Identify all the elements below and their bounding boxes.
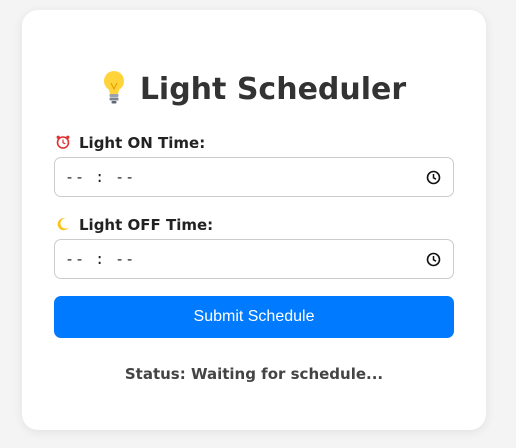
status-text: Status: Waiting for schedule... <box>124 365 384 383</box>
clock-icon[interactable] <box>426 252 441 267</box>
on-time-label-text: Light ON Time: <box>79 134 206 152</box>
submit-schedule-button[interactable]: Submit Schedule <box>54 296 454 338</box>
alarm-clock-icon <box>56 135 70 149</box>
page-title: Light Scheduler <box>22 68 486 112</box>
scheduler-card: Light Scheduler Light ON Time: -- : -- L… <box>22 10 486 430</box>
on-time-value: -- : -- <box>65 168 136 186</box>
crescent-moon-icon <box>57 217 69 230</box>
off-time-label: Light OFF Time: <box>56 215 213 235</box>
lightbulb-icon <box>103 70 124 103</box>
page-title-text: Light Scheduler <box>139 72 407 107</box>
on-time-input[interactable]: -- : -- <box>54 157 454 197</box>
off-time-input[interactable]: -- : -- <box>54 239 454 279</box>
clock-icon[interactable] <box>426 170 441 185</box>
off-time-value: -- : -- <box>65 250 136 268</box>
on-time-label: Light ON Time: <box>56 133 205 153</box>
off-time-label-text: Light OFF Time: <box>79 216 214 234</box>
